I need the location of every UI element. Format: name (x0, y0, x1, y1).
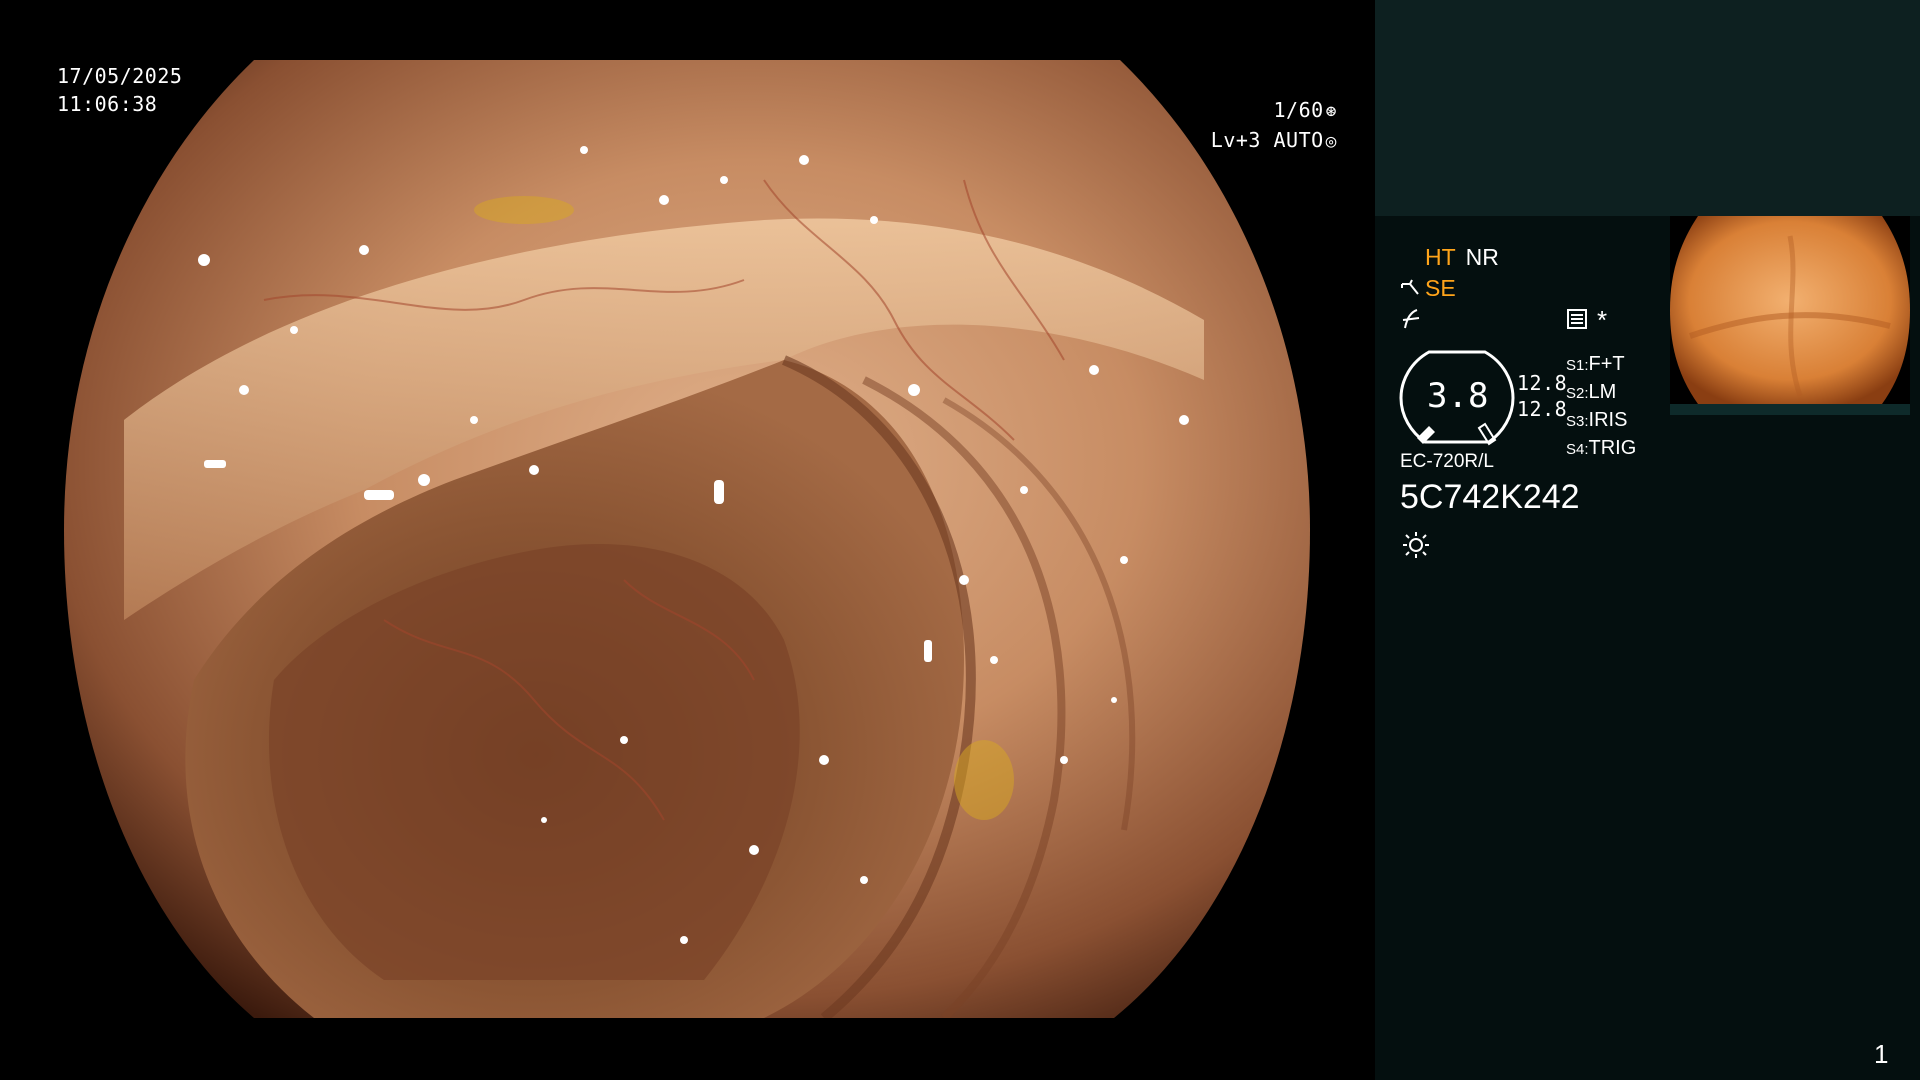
main-view: 17/05/2025 11:06:38 1/60 ⊛ Lv+3 AUTO ◎ (0, 0, 1375, 1080)
capture-thumbnail[interactable] (1670, 216, 1910, 415)
zoom-value: 3.8 (1427, 376, 1489, 416)
settings-card-icon (1567, 309, 1587, 329)
switch-list: S1:F+T S2:LM S3:IRIS S4:TRIG (1566, 350, 1636, 462)
scope-model: EC-720R/L (1400, 451, 1494, 472)
endoscope-icon (1401, 279, 1419, 295)
time-text: 11:06:38 (57, 92, 158, 116)
ht-indicator: HT (1425, 244, 1456, 270)
page-number: 1 (1874, 1039, 1889, 1069)
switch-item-2: S2:LM (1566, 381, 1617, 403)
value-1: 12.8 (1517, 371, 1568, 395)
switch-item-1: S1:F+T (1566, 353, 1625, 375)
enhance-icon (1402, 309, 1420, 329)
switch-item-3: S3:IRIS (1566, 409, 1628, 431)
date-text: 17/05/2025 (57, 64, 183, 88)
thumbnail-image (1670, 216, 1910, 404)
shutter-text: 1/60 (1273, 98, 1324, 122)
asterisk-icon: * (1597, 305, 1608, 335)
scope-serial: 5C742K242 (1400, 478, 1580, 516)
panel-header (1375, 0, 1920, 216)
light-icon (1403, 532, 1429, 558)
se-indicator: SE (1425, 275, 1456, 301)
iris-icon: ◎ (1325, 131, 1337, 152)
status-panel: HT NR SE * 3.8 12.8 12.8 S1:F+T S2:LM S3… (1375, 0, 1920, 1080)
thumbnail-bar (1670, 404, 1910, 415)
endoscope-image (64, 60, 1310, 1018)
datetime-readout: 17/05/2025 11:06:38 (57, 62, 182, 118)
value-2: 12.8 (1517, 397, 1568, 421)
switch-item-4: S4:TRIG (1566, 437, 1637, 459)
level-mode-text: Lv+3 AUTO (1210, 128, 1324, 152)
exposure-readout: 1/60 ⊛ Lv+3 AUTO ◎ (1211, 96, 1337, 156)
shutter-icon: ⊛ (1325, 101, 1337, 122)
nr-indicator: NR (1465, 244, 1499, 270)
